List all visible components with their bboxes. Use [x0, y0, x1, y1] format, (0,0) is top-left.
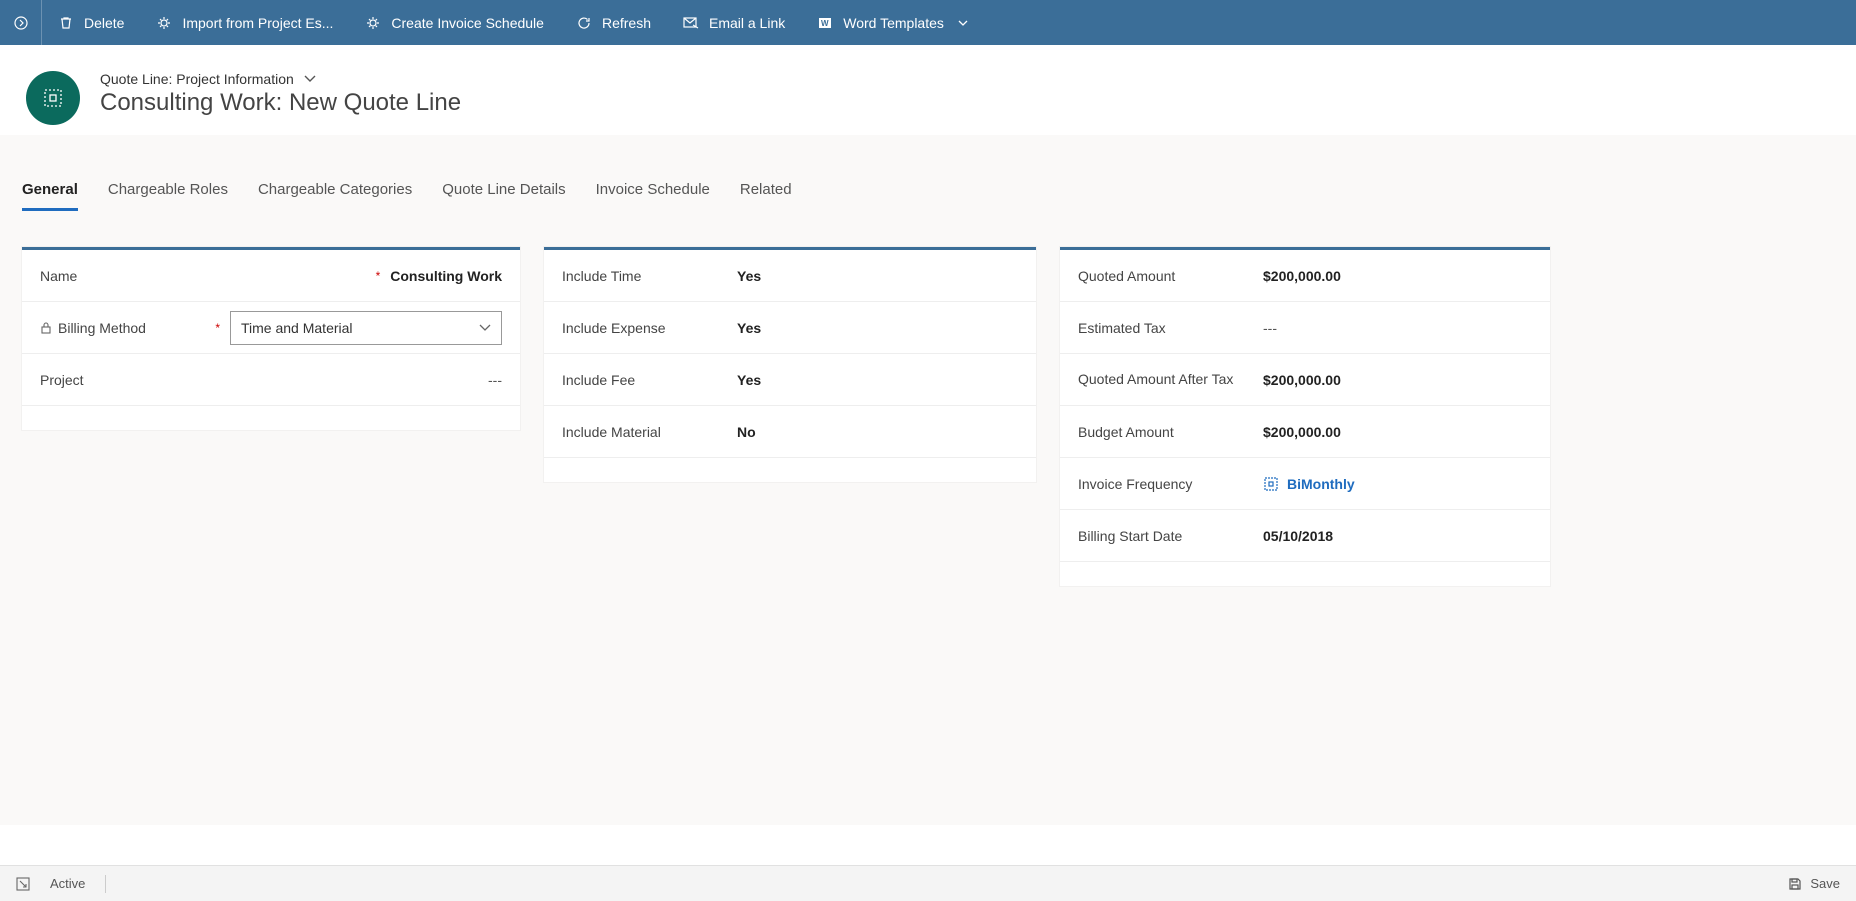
estimated-tax-value[interactable]: ---: [1263, 320, 1277, 336]
refresh-button[interactable]: Refresh: [560, 0, 667, 45]
email-link-label: Email a Link: [709, 15, 785, 31]
tab-chargeable-roles[interactable]: Chargeable Roles: [108, 181, 228, 211]
panel-includes: Include Time Yes Include Expense Yes Inc…: [544, 247, 1036, 482]
include-expense-value[interactable]: Yes: [737, 320, 761, 336]
import-button[interactable]: Import from Project Es...: [140, 0, 349, 45]
name-value[interactable]: Consulting Work: [390, 268, 502, 284]
delete-button[interactable]: Delete: [42, 0, 140, 45]
entity-icon: [26, 71, 80, 125]
record-header: Quote Line: Project Information Consulti…: [0, 45, 1856, 135]
tabstrip: General Chargeable Roles Chargeable Cate…: [22, 181, 1834, 211]
after-tax-label: Quoted Amount After Tax: [1078, 371, 1263, 388]
word-templates-button[interactable]: W Word Templates: [801, 0, 984, 45]
trash-icon: [58, 15, 74, 31]
include-material-value[interactable]: No: [737, 424, 756, 440]
billing-method-label: Billing Method: [40, 320, 215, 336]
global-flyout-button[interactable]: [0, 0, 42, 45]
save-button[interactable]: Save: [1788, 876, 1840, 891]
tab-general[interactable]: General: [22, 181, 78, 211]
budget-amount-label: Budget Amount: [1078, 424, 1263, 440]
form-body: General Chargeable Roles Chargeable Cate…: [0, 135, 1856, 825]
email-icon: [683, 15, 699, 31]
include-material-label: Include Material: [562, 424, 737, 440]
panel-amounts: Quoted Amount $200,000.00 Estimated Tax …: [1060, 247, 1550, 586]
word-templates-label: Word Templates: [843, 15, 944, 31]
save-label: Save: [1810, 876, 1840, 891]
project-value[interactable]: ---: [488, 372, 502, 388]
gear-icon: [365, 15, 381, 31]
tab-invoice-schedule[interactable]: Invoice Schedule: [596, 181, 710, 211]
divider: [105, 875, 106, 893]
billing-start-label: Billing Start Date: [1078, 528, 1263, 544]
expand-icon[interactable]: [16, 877, 30, 891]
panel-basic: Name * Consulting Work Billing Method * …: [22, 247, 520, 430]
include-time-label: Include Time: [562, 268, 737, 284]
breadcrumb-label: Quote Line: Project Information: [100, 71, 294, 87]
create-schedule-button[interactable]: Create Invoice Schedule: [349, 0, 560, 45]
billing-method-select[interactable]: Time and Material: [230, 311, 502, 345]
project-label: Project: [40, 372, 215, 388]
include-fee-label: Include Fee: [562, 372, 737, 388]
svg-text:W: W: [821, 19, 829, 28]
email-link-button[interactable]: Email a Link: [667, 0, 801, 45]
form-selector[interactable]: Quote Line: Project Information: [100, 71, 461, 87]
delete-label: Delete: [84, 15, 124, 31]
billing-method-value: Time and Material: [241, 320, 353, 336]
status-bar: Active Save: [0, 865, 1856, 901]
save-icon: [1788, 877, 1802, 891]
invoice-frequency-value[interactable]: BiMonthly: [1263, 476, 1355, 492]
import-label: Import from Project Es...: [182, 15, 333, 31]
required-icon: *: [376, 269, 381, 283]
invoice-frequency-label: Invoice Frequency: [1078, 476, 1263, 492]
budget-amount-value[interactable]: $200,000.00: [1263, 424, 1341, 440]
include-time-value[interactable]: Yes: [737, 268, 761, 284]
lookup-icon: [1263, 476, 1279, 492]
tab-related[interactable]: Related: [740, 181, 792, 211]
include-fee-value[interactable]: Yes: [737, 372, 761, 388]
quoted-amount-value[interactable]: $200,000.00: [1263, 268, 1341, 284]
lock-icon: [40, 322, 52, 334]
quoted-amount-label: Quoted Amount: [1078, 268, 1263, 284]
refresh-label: Refresh: [602, 15, 651, 31]
chevron-right-icon: [14, 16, 28, 30]
tab-quote-line-details[interactable]: Quote Line Details: [442, 181, 565, 211]
required-icon: *: [215, 321, 220, 335]
word-icon: W: [817, 15, 833, 31]
include-expense-label: Include Expense: [562, 320, 737, 336]
chevron-down-icon: [479, 324, 491, 332]
name-label: Name: [40, 268, 215, 284]
command-bar: Delete Import from Project Es... Create …: [0, 0, 1856, 45]
page-title: Consulting Work: New Quote Line: [100, 89, 461, 117]
refresh-icon: [576, 15, 592, 31]
status-text: Active: [50, 876, 85, 891]
billing-start-value[interactable]: 05/10/2018: [1263, 528, 1333, 544]
gear-icon: [156, 15, 172, 31]
chevron-down-icon: [304, 75, 316, 83]
create-schedule-label: Create Invoice Schedule: [391, 15, 544, 31]
chevron-down-icon: [958, 20, 968, 26]
tab-chargeable-categories[interactable]: Chargeable Categories: [258, 181, 412, 211]
after-tax-value[interactable]: $200,000.00: [1263, 372, 1341, 388]
estimated-tax-label: Estimated Tax: [1078, 320, 1263, 336]
